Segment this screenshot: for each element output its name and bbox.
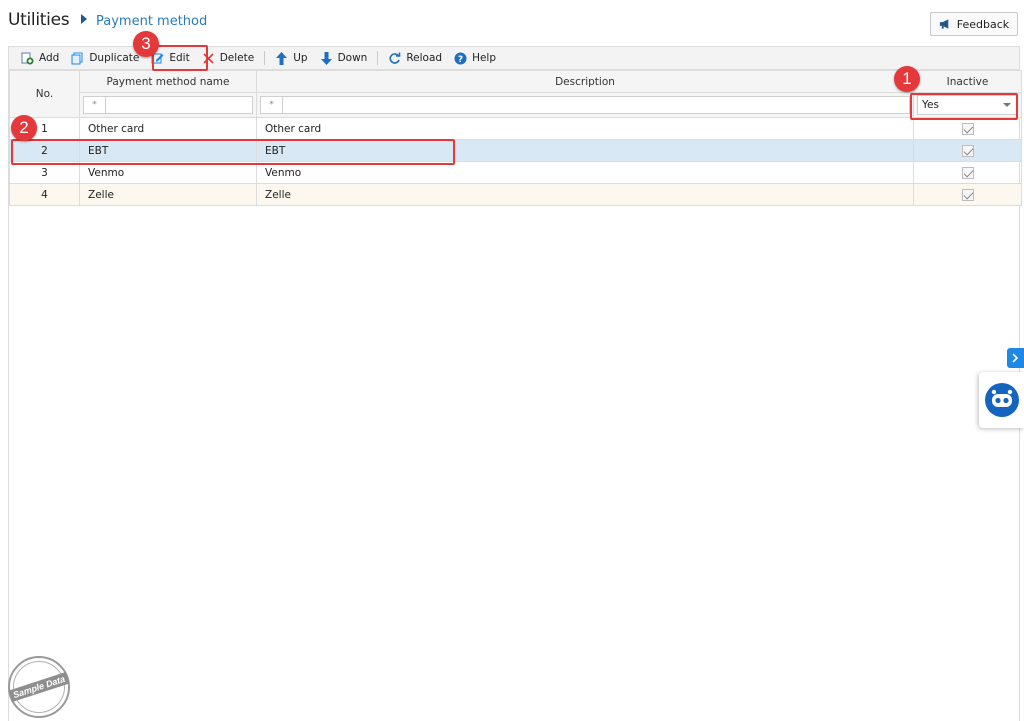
column-header-name[interactable]: Payment method name: [79, 70, 257, 93]
step-badge-1: 1: [894, 66, 920, 92]
cell-inactive: [913, 183, 1022, 206]
breadcrumb-current[interactable]: Payment method: [96, 14, 207, 29]
cell-description: Other card: [256, 117, 914, 140]
filter-operator-description[interactable]: *: [261, 97, 283, 113]
down-button[interactable]: Down: [314, 48, 374, 68]
cell-inactive: [913, 161, 1022, 184]
cell-name: Other card: [79, 117, 257, 140]
filter-operator-name[interactable]: *: [84, 97, 106, 113]
table-row[interactable]: 1 Other card Other card: [9, 117, 1022, 140]
feedback-label: Feedback: [956, 17, 1010, 31]
column-header-inactive[interactable]: Inactive: [913, 70, 1022, 93]
filter-input-name[interactable]: *: [83, 96, 253, 114]
arrow-down-icon: [320, 51, 333, 65]
duplicate-button[interactable]: Duplicate: [65, 48, 145, 68]
cell-no: 2: [9, 139, 80, 162]
cell-description: EBT: [256, 139, 914, 162]
chat-assistant-widget[interactable]: [979, 372, 1024, 428]
up-button[interactable]: Up: [269, 48, 313, 68]
filter-select-inactive[interactable]: Yes: [917, 95, 1018, 115]
stamp-inner-ring: Sample Data: [8, 661, 70, 713]
step-badge-3: 3: [133, 31, 159, 57]
breadcrumb-root[interactable]: Utilities: [8, 10, 70, 30]
cell-inactive: [913, 117, 1022, 140]
checkbox-checked-icon[interactable]: [961, 166, 974, 179]
reload-label: Reload: [406, 52, 443, 64]
reload-icon: [388, 52, 401, 65]
feedback-button[interactable]: Feedback: [930, 12, 1018, 36]
checkbox-checked-icon[interactable]: [961, 188, 974, 201]
add-document-icon: [21, 52, 34, 65]
table-row[interactable]: 4 Zelle Zelle: [9, 183, 1022, 206]
breadcrumb-separator-icon: [81, 14, 87, 24]
cell-no: 4: [9, 183, 80, 206]
help-label: Help: [472, 52, 497, 64]
cell-name: Zelle: [79, 183, 257, 206]
side-panel-toggle[interactable]: [1007, 348, 1024, 368]
megaphone-icon: [939, 18, 952, 31]
cell-description: Venmo: [256, 161, 914, 184]
robot-icon: [984, 383, 1019, 417]
delete-label: Delete: [219, 52, 255, 64]
chevron-down-icon: [1003, 103, 1011, 107]
down-label: Down: [337, 52, 368, 64]
table-row[interactable]: 2 EBT EBT: [9, 139, 1022, 162]
stamp-label: Sample Data: [8, 672, 70, 702]
table-row[interactable]: 3 Venmo Venmo: [9, 161, 1022, 184]
payment-method-grid: No. Payment method name Description Inac…: [8, 70, 1022, 721]
close-icon: [202, 52, 215, 65]
cell-no: 3: [9, 161, 80, 184]
toolbar-divider: [264, 51, 266, 65]
column-header-no[interactable]: No.: [9, 70, 80, 118]
column-header-description[interactable]: Description: [256, 70, 914, 93]
reload-button[interactable]: Reload: [382, 48, 448, 68]
duplicate-icon: [71, 52, 84, 65]
grid-toolbar: Add Duplicate Edit Delete Up Down Reload…: [8, 46, 1020, 70]
cell-name: EBT: [79, 139, 257, 162]
add-button[interactable]: Add: [15, 48, 65, 68]
duplicate-label: Duplicate: [89, 52, 140, 64]
cell-inactive: [913, 139, 1022, 162]
checkbox-checked-icon[interactable]: [961, 122, 974, 135]
filter-select-value: Yes: [922, 99, 939, 111]
chevron-right-icon: [1012, 353, 1019, 363]
up-label: Up: [293, 52, 308, 64]
filter-cell-inactive: Yes: [913, 92, 1022, 118]
arrow-up-icon: [275, 51, 288, 65]
delete-button[interactable]: Delete: [196, 48, 261, 68]
edit-label: Edit: [169, 52, 190, 64]
cell-description: Zelle: [256, 183, 914, 206]
filter-cell-description: *: [256, 92, 914, 118]
filter-cell-name: *: [79, 92, 257, 118]
svg-text:?: ?: [458, 55, 463, 65]
help-button[interactable]: ? Help: [448, 48, 502, 68]
filter-input-description[interactable]: *: [260, 96, 910, 114]
step-badge-2: 2: [11, 115, 37, 141]
add-label: Add: [39, 52, 60, 64]
checkbox-checked-icon[interactable]: [961, 144, 974, 157]
sample-data-stamp: Sample Data: [8, 656, 70, 718]
cell-name: Venmo: [79, 161, 257, 184]
help-icon: ?: [454, 52, 467, 65]
toolbar-divider: [377, 51, 379, 65]
